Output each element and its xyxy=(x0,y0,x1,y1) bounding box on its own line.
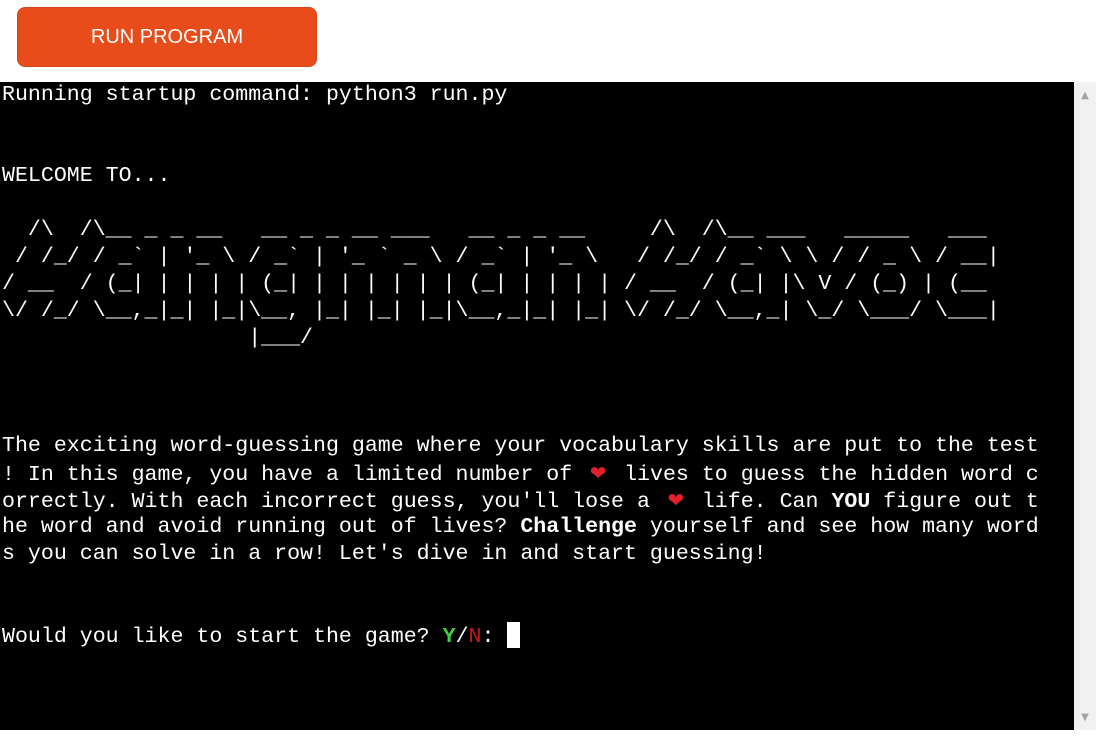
run-program-button[interactable]: RUN PROGRAM xyxy=(17,7,317,67)
terminal-scrollbar[interactable]: ▲ ▼ xyxy=(1074,82,1096,730)
prompt-yes-option: Y xyxy=(442,625,456,649)
heart-icon: ❤ xyxy=(667,488,685,512)
intro-line-1: The exciting word-guessing game where yo… xyxy=(2,433,1039,460)
ascii-art-line-3: / __ / (_| | | | | (_| | | | | | | (_| |… xyxy=(2,272,987,296)
intro-text: orrectly. With each incorrect guess, you… xyxy=(2,490,663,514)
intro-line-4: he word and avoid running out of lives? … xyxy=(2,514,1039,541)
intro-text: s you can solve in a row! Let's dive in … xyxy=(2,542,767,566)
ascii-art-line-4: \/ /_/ \__,_|_| |_|\__, |_| |_| |_|\__,_… xyxy=(2,299,1000,323)
welcome-line: WELCOME TO... xyxy=(2,164,171,188)
ascii-art-line-5: |___/ xyxy=(2,326,314,350)
startup-command-line: Running startup command: python3 run.py xyxy=(2,83,508,107)
ascii-art-line-1: /\ /\__ _ _ __ __ _ _ __ ___ __ _ _ __ /… xyxy=(2,218,987,242)
scroll-down-arrow-icon[interactable]: ▼ xyxy=(1074,706,1096,728)
terminal-output: Running startup command: python3 run.py W… xyxy=(2,82,1039,649)
scroll-up-arrow-icon[interactable]: ▲ xyxy=(1074,84,1096,106)
intro-text-bold: Challenge xyxy=(520,515,637,539)
prompt-colon: : xyxy=(481,625,508,649)
terminal-cursor[interactable] xyxy=(507,622,521,648)
prompt-no-option: N xyxy=(468,625,482,649)
heart-icon: ❤ xyxy=(589,461,607,485)
ascii-art-line-2: / /_/ / _` | '_ \ / _` | '_ ` _ \ / _` |… xyxy=(2,245,1000,269)
top-bar: RUN PROGRAM xyxy=(0,0,1096,82)
intro-text-bold: YOU xyxy=(831,490,871,514)
intro-line-5: s you can solve in a row! Let's dive in … xyxy=(2,541,1039,568)
terminal[interactable]: Running startup command: python3 run.py W… xyxy=(0,82,1074,730)
intro-line-2: ! In this game, you have a limited numbe… xyxy=(2,460,1039,487)
prompt-line: Would you like to start the game? Y/N: xyxy=(2,622,1039,649)
intro-text: ! In this game, you have a limited numbe… xyxy=(2,463,586,487)
intro-text: yourself and see how many word xyxy=(636,515,1039,539)
intro-text: figure out t xyxy=(870,490,1039,514)
intro-line-3: orrectly. With each incorrect guess, you… xyxy=(2,487,1039,514)
intro-text: he word and avoid running out of lives? xyxy=(2,515,521,539)
bottom-strip xyxy=(0,730,1096,740)
intro-text: life. Can xyxy=(688,490,832,514)
prompt-text: Would you like to start the game? xyxy=(2,625,443,649)
intro-text: lives to guess the hidden word c xyxy=(611,463,1039,487)
intro-text: The exciting word-guessing game where yo… xyxy=(2,434,1039,458)
prompt-slash: / xyxy=(455,625,469,649)
